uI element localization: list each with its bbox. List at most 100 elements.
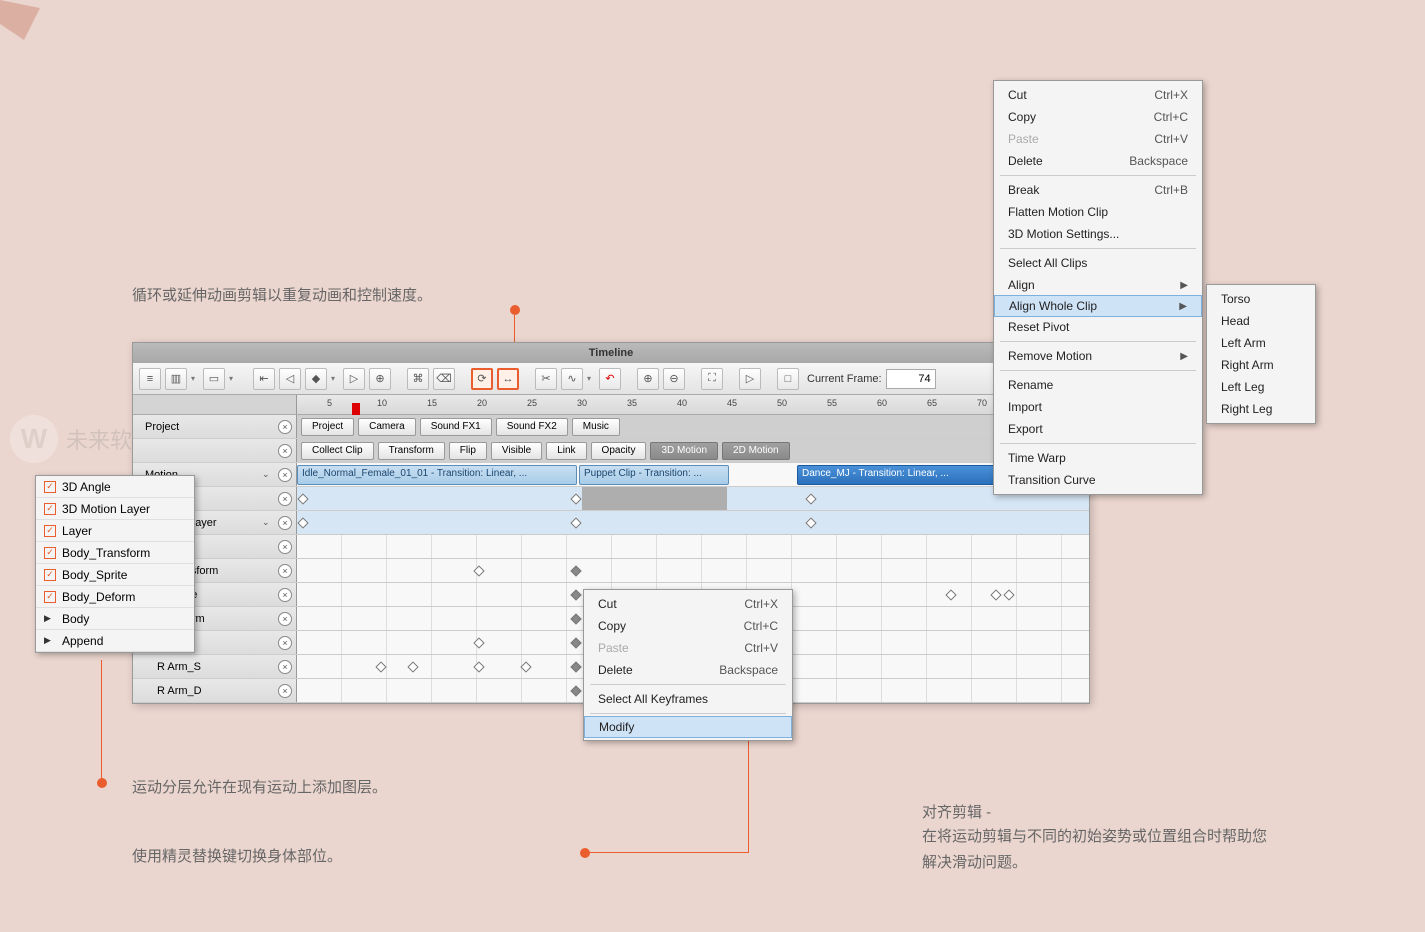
menu-transition-curve[interactable]: Transition Curve [994, 469, 1202, 491]
layout-icon[interactable]: ▥ [165, 368, 187, 390]
r-arm-d-label[interactable]: R Arm_D × [133, 679, 297, 702]
prev-key-icon[interactable]: ◁ [279, 368, 301, 390]
menu-align[interactable]: Align▶ [994, 274, 1202, 296]
zoom-out-icon[interactable]: ⊖ [663, 368, 685, 390]
keyframe[interactable] [297, 493, 308, 504]
layer-item-layer[interactable]: ✓Layer [36, 520, 194, 542]
menu-align-whole-clip[interactable]: Align Whole Clip▶ [994, 295, 1202, 317]
motion-track[interactable]: Idle_Normal_Female_01_01 - Transition: L… [297, 463, 1089, 486]
keyframe[interactable] [520, 661, 531, 672]
dropdown-icon[interactable]: ▾ [191, 374, 199, 383]
close-icon[interactable]: × [278, 564, 292, 578]
keyframe[interactable] [407, 661, 418, 672]
angle-track[interactable] [297, 487, 1089, 510]
submenu-right-arm[interactable]: Right Arm [1207, 354, 1315, 376]
window-title-bar[interactable]: Timeline [133, 343, 1089, 363]
list-icon[interactable]: ≡ [139, 368, 161, 390]
r-arm-s-label[interactable]: R Arm_S × [133, 655, 297, 678]
menu-modify[interactable]: Modify [584, 716, 792, 738]
keyframe[interactable] [570, 685, 581, 696]
menu-break[interactable]: BreakCtrl+B [994, 179, 1202, 201]
cut-icon[interactable]: ✂ [535, 368, 557, 390]
keyframe[interactable] [570, 517, 581, 528]
tab-link[interactable]: Link [546, 442, 586, 460]
chevron-down-icon[interactable]: ⌄ [262, 469, 276, 480]
keyframe[interactable] [570, 589, 581, 600]
undo-icon[interactable]: ↶ [599, 368, 621, 390]
menu-select-all-keyframes[interactable]: Select All Keyframes [584, 688, 792, 710]
keyframe[interactable] [570, 493, 581, 504]
close-icon[interactable]: × [278, 420, 292, 434]
clip-puppet[interactable]: Puppet Clip - Transition: ... [579, 465, 729, 485]
tab-flip[interactable]: Flip [449, 442, 487, 460]
submenu-right-leg[interactable]: Right Leg [1207, 398, 1315, 420]
keyframe[interactable] [570, 637, 581, 648]
current-frame-input[interactable] [886, 369, 936, 389]
time-ruler[interactable]: 5 10 15 20 25 30 35 40 45 50 55 60 65 70 [133, 395, 1089, 415]
rewind-icon[interactable]: ⇤ [253, 368, 275, 390]
keyframe[interactable] [990, 589, 1001, 600]
playhead-start[interactable] [352, 403, 360, 415]
stop-icon[interactable]: □ [777, 368, 799, 390]
keyframe[interactable] [473, 565, 484, 576]
keyframe[interactable] [570, 565, 581, 576]
menu-copy[interactable]: CopyCtrl+C [584, 615, 792, 637]
dropdown-icon[interactable]: ▾ [587, 374, 595, 383]
y-transform-track[interactable] [297, 559, 1089, 582]
layer-item-3d-angle[interactable]: ✓3D Angle [36, 476, 194, 498]
close-icon[interactable]: × [278, 636, 292, 650]
curve-icon[interactable]: ∿ [561, 368, 583, 390]
menu-select-all-clips[interactable]: Select All Clips [994, 252, 1202, 274]
key-icon[interactable]: ◆ [305, 368, 327, 390]
keyframe[interactable] [805, 517, 816, 528]
unlink-icon[interactable]: ⌫ [433, 368, 455, 390]
layer-item-append[interactable]: ▶Append [36, 630, 194, 652]
close-icon[interactable]: × [278, 540, 292, 554]
keyframe[interactable] [570, 613, 581, 624]
layer-item-body-transform[interactable]: ✓Body_Transform [36, 542, 194, 564]
marker-icon[interactable]: ⊕ [369, 368, 391, 390]
close-icon[interactable]: × [278, 588, 292, 602]
keyframe[interactable] [1003, 589, 1014, 600]
dropdown-icon[interactable]: ▾ [229, 374, 237, 383]
clip-region[interactable] [582, 487, 727, 510]
keyframe[interactable] [473, 661, 484, 672]
dropdown-icon[interactable]: ▾ [331, 374, 339, 383]
tab-soundfx2[interactable]: Sound FX2 [496, 418, 568, 436]
menu-reset-pivot[interactable]: Reset Pivot [994, 316, 1202, 338]
submenu-left-leg[interactable]: Left Leg [1207, 376, 1315, 398]
clip-idle[interactable]: Idle_Normal_Female_01_01 - Transition: L… [297, 465, 577, 485]
tab-soundfx1[interactable]: Sound FX1 [420, 418, 492, 436]
tab-music[interactable]: Music [572, 418, 620, 436]
keyframe[interactable] [805, 493, 816, 504]
zoom-in-icon[interactable]: ⊕ [637, 368, 659, 390]
menu-delete[interactable]: DeleteBackspace [994, 150, 1202, 172]
fit-icon[interactable]: ⛶ [701, 368, 723, 390]
submenu-head[interactable]: Head [1207, 310, 1315, 332]
menu-time-warp[interactable]: Time Warp [994, 447, 1202, 469]
extend-icon[interactable]: ↔ [497, 368, 519, 390]
keyframe[interactable] [375, 661, 386, 672]
menu-copy[interactable]: CopyCtrl+C [994, 106, 1202, 128]
keyframe[interactable] [945, 589, 956, 600]
submenu-left-arm[interactable]: Left Arm [1207, 332, 1315, 354]
layer-item-body-sprite[interactable]: ✓Body_Sprite [36, 564, 194, 586]
tab-2d-motion[interactable]: 2D Motion [722, 442, 790, 460]
menu-delete[interactable]: DeleteBackspace [584, 659, 792, 681]
close-icon[interactable]: × [278, 612, 292, 626]
close-icon[interactable]: × [278, 468, 292, 482]
menu-import[interactable]: Import [994, 396, 1202, 418]
close-icon[interactable]: × [278, 684, 292, 698]
keyframe[interactable] [473, 637, 484, 648]
loop-icon[interactable]: ⟳ [471, 368, 493, 390]
layer-item-body-deform[interactable]: ✓Body_Deform [36, 586, 194, 608]
tab-transform[interactable]: Transform [378, 442, 445, 460]
tab-visible[interactable]: Visible [491, 442, 542, 460]
motion-layer-track[interactable] [297, 511, 1089, 534]
layer-r-track[interactable] [297, 535, 1089, 558]
menu-3d-settings[interactable]: 3D Motion Settings... [994, 223, 1202, 245]
link-icon[interactable]: ⌘ [407, 368, 429, 390]
tab-opacity[interactable]: Opacity [591, 442, 647, 460]
tab-3d-motion[interactable]: 3D Motion [650, 442, 718, 460]
tab-camera[interactable]: Camera [358, 418, 416, 436]
